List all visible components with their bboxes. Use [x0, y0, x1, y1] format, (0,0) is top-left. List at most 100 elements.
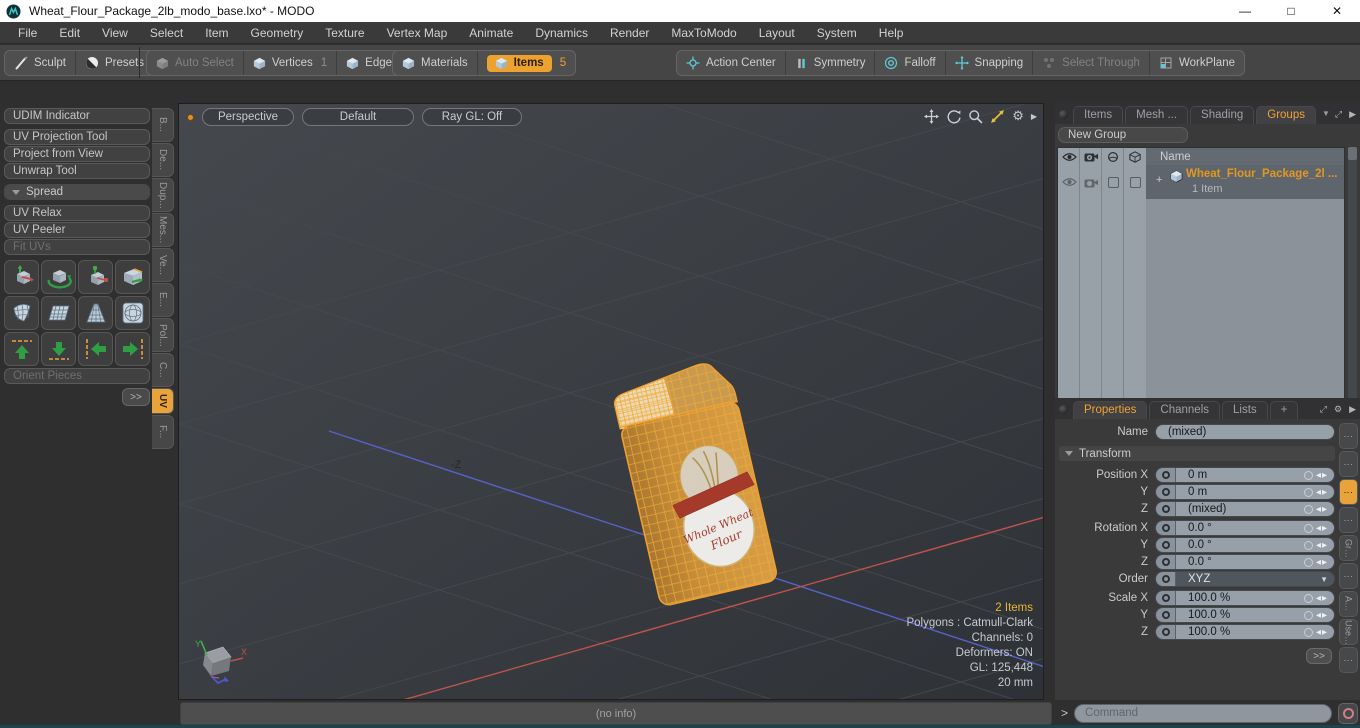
channel-toggle[interactable] [1156, 502, 1176, 516]
panel-flyout-icon[interactable]: ▶ [1349, 109, 1356, 120]
materials-mode-button[interactable]: Materials [393, 51, 478, 75]
row-visibility-eye-icon[interactable] [1058, 165, 1080, 199]
render-camera-icon[interactable] [1080, 148, 1102, 165]
shader-ball-icon[interactable] [1102, 148, 1124, 165]
sidebar-tab-e[interactable]: E... [152, 283, 174, 317]
tab-mesh[interactable]: Mesh ... [1125, 106, 1189, 124]
group-row-wheat-flour-package[interactable]: + Wheat_Flour_Package_2l ... 1 Item [1058, 165, 1344, 199]
channel-toggle[interactable] [1156, 591, 1176, 605]
fit-uvs-button[interactable]: Fit UVs [4, 239, 150, 255]
sidebar-tab-ve[interactable]: Ve... [152, 248, 174, 282]
spinner-arrows-icon[interactable]: ◀▶ [1316, 558, 1328, 566]
side-tab-4[interactable]: Gr… [1339, 535, 1358, 561]
channel-toggle[interactable] [1156, 572, 1176, 586]
menu-item-animate[interactable]: Animate [458, 23, 524, 43]
viewport-flyout-icon[interactable]: ▶ [1031, 112, 1037, 121]
panel-thumb-icon[interactable] [1059, 110, 1068, 119]
auto-select-button[interactable]: Auto Select [147, 51, 244, 75]
tab-shading[interactable]: Shading [1190, 106, 1255, 124]
menu-item-select[interactable]: Select [139, 23, 194, 43]
sidebar-more-button[interactable]: >> [122, 388, 150, 406]
udim-indicator-button[interactable]: UDIM Indicator [4, 108, 150, 124]
sidebar-tab-pol[interactable]: Pol... [152, 318, 174, 352]
value-field[interactable]: 100.0 % ◀▶ [1176, 591, 1334, 605]
menu-item-layout[interactable]: Layout [748, 23, 806, 43]
menu-item-item[interactable]: Item [194, 23, 239, 43]
wheat-flour-package-model[interactable]: Whole Wheat Flour [610, 358, 778, 607]
tab-groups[interactable]: Groups [1256, 106, 1316, 124]
tab-lists[interactable]: Lists [1222, 401, 1268, 419]
uv-projection-tool-button[interactable]: UV Projection Tool [4, 129, 150, 145]
spinner-arrows-icon[interactable]: ◀▶ [1316, 628, 1328, 636]
properties-more-button[interactable]: >> [1306, 648, 1332, 664]
select-through-button[interactable]: Select Through [1033, 51, 1150, 75]
menu-item-vertex-map[interactable]: Vertex Map [376, 23, 459, 43]
row-checkbox-1[interactable] [1102, 165, 1124, 199]
action-center-button[interactable]: Action Center [677, 51, 786, 75]
maximize-button[interactable]: □ [1268, 0, 1314, 22]
channel-toggle[interactable] [1156, 485, 1176, 499]
close-button[interactable]: ✕ [1314, 0, 1360, 22]
orbit-icon[interactable] [946, 109, 961, 124]
project-from-view-button[interactable]: Project from View [4, 146, 150, 162]
tool-uv-sphere-icon[interactable] [115, 296, 150, 330]
viewport-settings-gear-icon[interactable]: ⚙ [1012, 108, 1024, 124]
tab-item[interactable]: + [1269, 401, 1299, 419]
menu-item-render[interactable]: Render [599, 23, 660, 43]
menu-item-help[interactable]: Help [868, 23, 915, 43]
side-tab-6[interactable]: A… [1339, 591, 1358, 617]
sidebar-tab-f[interactable]: F... [152, 415, 174, 449]
menu-item-texture[interactable]: Texture [314, 23, 375, 43]
tool-rotate-icon[interactable] [41, 260, 76, 294]
spinner-arrows-icon[interactable]: ◀▶ [1316, 611, 1328, 619]
tool-uv-wrap-icon[interactable] [4, 296, 39, 330]
tool-transform-icon[interactable] [78, 260, 113, 294]
spinner-arrows-icon[interactable]: ◀▶ [1316, 488, 1328, 496]
workplane-button[interactable]: WorkPlane [1150, 51, 1244, 75]
sidebar-tab-b[interactable]: B... [152, 108, 174, 142]
tool-uv-project-icon[interactable] [78, 296, 113, 330]
expand-panel-icon[interactable]: ⤢ [1335, 109, 1342, 120]
menu-item-edit[interactable]: Edit [48, 23, 91, 43]
sidebar-tab-dup[interactable]: Dup... [152, 178, 174, 212]
menu-item-system[interactable]: System [806, 23, 868, 43]
menu-item-geometry[interactable]: Geometry [240, 23, 315, 43]
value-field[interactable]: 0.0 ° ◀▶ [1176, 538, 1334, 552]
panel-gear-icon[interactable]: ⚙ [1334, 404, 1342, 415]
channel-toggle[interactable] [1156, 468, 1176, 482]
value-field[interactable]: 100.0 % ◀▶ [1176, 625, 1334, 639]
value-field[interactable]: 100.0 % ◀▶ [1176, 608, 1334, 622]
channel-toggle[interactable] [1156, 608, 1176, 622]
items-mode-button[interactable]: Items 5 [478, 51, 575, 75]
side-tab-7[interactable]: Use… [1339, 619, 1358, 645]
tool-uv-plane-icon[interactable] [41, 296, 76, 330]
tab-channels[interactable]: Channels [1149, 401, 1221, 419]
shading-style-button[interactable]: Default [302, 108, 414, 126]
value-field[interactable]: 0.0 ° ◀▶ [1176, 555, 1334, 569]
spinner-arrows-icon[interactable]: ◀▶ [1316, 541, 1328, 549]
minimize-button[interactable]: — [1222, 0, 1268, 22]
channel-toggle[interactable] [1156, 625, 1176, 639]
uv-relax-button[interactable]: UV Relax [4, 205, 150, 221]
value-field[interactable]: 0 m ◀▶ [1176, 485, 1334, 499]
channel-toggle[interactable] [1156, 538, 1176, 552]
row-render-camera-icon[interactable] [1080, 165, 1102, 199]
panel-thumb-icon[interactable] [1059, 405, 1068, 414]
menu-item-file[interactable]: File [7, 23, 48, 43]
value-field[interactable]: 0 m ◀▶ [1176, 468, 1334, 482]
uv-peeler-button[interactable]: UV Peeler [4, 222, 150, 238]
menu-item-view[interactable]: View [91, 23, 139, 43]
menu-item-maxtomodo[interactable]: MaxToModo [660, 23, 747, 43]
spinner-arrows-icon[interactable]: ◀▶ [1316, 471, 1328, 479]
tab-items[interactable]: Items [1073, 106, 1124, 124]
unwrap-tool-button[interactable]: Unwrap Tool [4, 163, 150, 179]
sidebar-tab-mes[interactable]: Mes... [152, 213, 174, 247]
pan-icon[interactable] [924, 108, 940, 124]
3d-viewport[interactable]: Whole Wheat Flour Perspective Default Ra… [178, 103, 1044, 700]
visibility-eye-icon[interactable] [1058, 148, 1080, 165]
side-tab-1[interactable]: ⋮ [1339, 451, 1358, 477]
spinner-arrows-icon[interactable]: ◀▶ [1316, 524, 1328, 532]
value-field[interactable]: (mixed) ◀▶ [1176, 502, 1334, 516]
tool-pack-right-icon[interactable] [115, 332, 150, 366]
tool-pack-left-icon[interactable] [78, 332, 113, 366]
